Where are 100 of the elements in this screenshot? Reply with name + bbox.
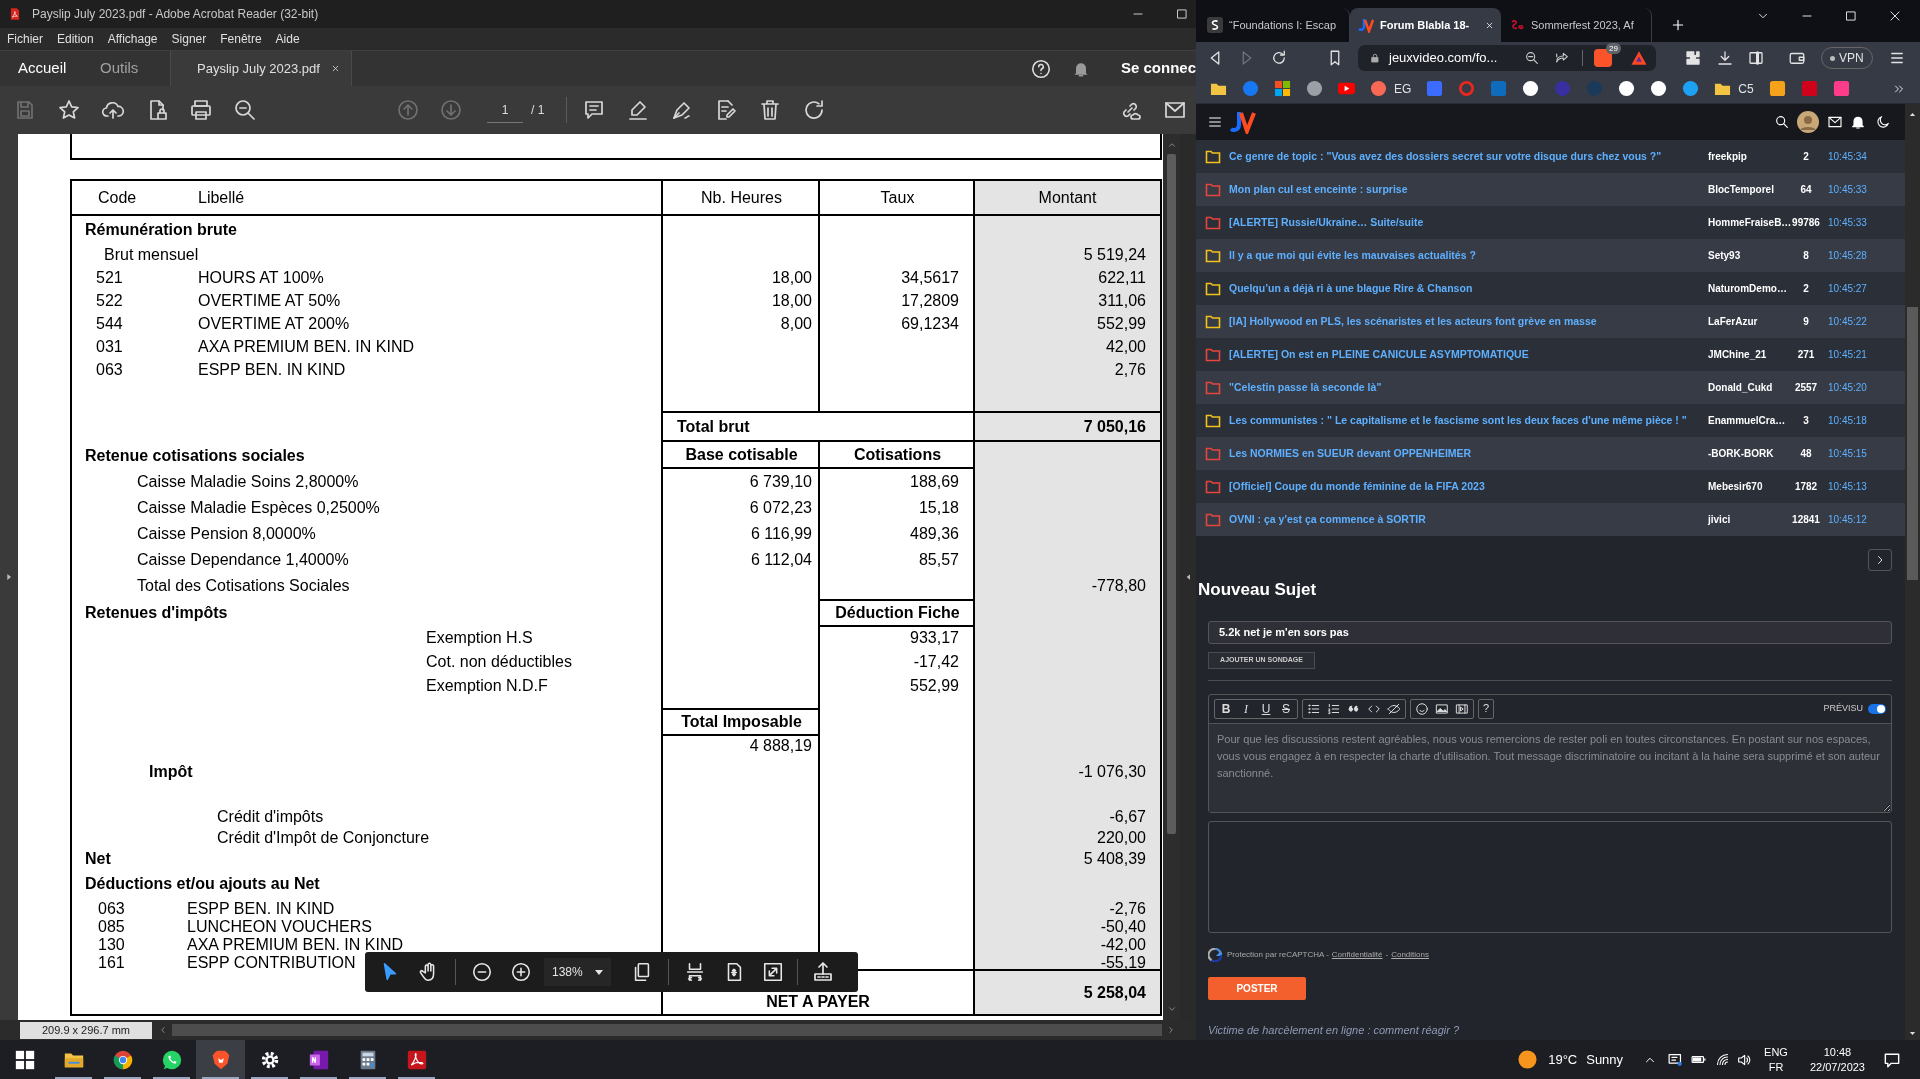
zoom-icon[interactable] (233, 98, 257, 122)
preview-toggle[interactable] (1868, 703, 1886, 714)
topic-row[interactable]: Les NORMIES en SUEUR devant OPPENHEIMER -BORK-BORK 48 10:45:15 (1196, 437, 1905, 470)
bookmark-button[interactable]: EG (1370, 79, 1412, 98)
document-tab[interactable]: Payslip July 2023.pdf (170, 51, 352, 86)
format-button[interactable]: I (1239, 699, 1253, 718)
extensions-icon[interactable] (1684, 49, 1702, 67)
scroll-up-icon[interactable] (1908, 110, 1917, 119)
avatar-icon[interactable] (1797, 111, 1819, 133)
menu-icon[interactable] (1207, 114, 1223, 130)
close-icon[interactable] (1888, 9, 1902, 23)
maximize-icon[interactable] (1175, 7, 1189, 21)
zoom-in-icon[interactable] (510, 961, 532, 983)
nav-tab[interactable]: Accueil (0, 51, 96, 86)
format-button[interactable]: S (1279, 699, 1293, 718)
topic-row[interactable]: Il y a que moi qui évite les mauvaises actualités ? Sety93 8 10:45:28 (1196, 239, 1905, 272)
clock-date[interactable]: 22/07/2023 (1809, 1059, 1865, 1075)
bookmark-icon[interactable] (1768, 80, 1786, 97)
menu-item[interactable]: Fichier (7, 30, 43, 48)
dark-mode-icon[interactable] (1875, 114, 1891, 130)
topic-row[interactable]: Les communistes : " Le capitalisme et le fascisme sont les deux faces d'une même pièce ! " EnammuelCra… 3 10:45:18 (1196, 404, 1905, 437)
bookmark-icon[interactable] (1650, 80, 1668, 97)
meet-icon[interactable] (1667, 1051, 1685, 1068)
topic-title[interactable]: [Officiel] Coupe du monde féminine de la FIFA 2023 (1229, 478, 1708, 495)
topic-row[interactable]: OVNI : ça y'est ça commence à SORTIR jivici 12841 10:45:12 (1196, 503, 1905, 536)
menu-item[interactable]: Aide (275, 30, 300, 48)
subject-field[interactable]: 5.2k net je m'en sors pas (1208, 620, 1892, 644)
zoom-dropdown[interactable]: 138% (544, 958, 611, 986)
bookmark-button[interactable]: C5 (1714, 79, 1754, 98)
scrollbar-thumb[interactable] (172, 1024, 1162, 1036)
topic-row[interactable]: [ALERTE] Russie/Ukraine… Suite/suite HommeFraiseB…99786 10:45:33 (1196, 206, 1905, 239)
maximize-icon[interactable] (1844, 9, 1858, 23)
message-field[interactable]: Pour que les discussions restent agréables, nous vous remercions de rester poli en toutes circonstances. En postant sur nos espaces, vous vous engagez à en respecter la charte d'utilisation. Tout message discriminatoire ou incitant à la haine sera supprimé et son auteur sanctionné. (1209, 722, 1891, 812)
star-icon[interactable] (57, 98, 81, 122)
search-icon[interactable] (1774, 114, 1790, 130)
scrollbar-thumb[interactable] (1907, 307, 1918, 580)
fullscreen-icon[interactable] (761, 961, 784, 983)
language-indicator[interactable]: ENG (1764, 1044, 1788, 1060)
zoom-out-icon[interactable] (471, 961, 493, 983)
language-indicator[interactable]: FR (1768, 1059, 1784, 1075)
menu-item[interactable]: Edition (57, 30, 94, 48)
topic-title[interactable]: Les communistes : " Le capitalisme et le fascisme sont les deux faces d'une même pièce ! " (1229, 412, 1708, 429)
wifi-icon[interactable] (1715, 1052, 1731, 1067)
topic-title[interactable]: "Celestin passe là seconde là" (1229, 379, 1708, 396)
shield-button[interactable] (1594, 49, 1612, 67)
topic-title[interactable]: OVNI : ça y'est ça commence à SORTIR (1229, 511, 1708, 528)
bullet-list-icon[interactable] (1307, 701, 1321, 716)
bookmark-icon[interactable] (1338, 80, 1355, 97)
sidebar-icon[interactable] (1747, 49, 1765, 67)
logo-icon[interactable] (1230, 110, 1256, 134)
topic-title[interactable]: Mon plan cul est enceinte : surprise (1229, 181, 1708, 198)
reload-icon[interactable] (1270, 49, 1288, 67)
emoji-icon[interactable] (1415, 701, 1429, 716)
scroll-left-icon[interactable] (158, 1025, 168, 1035)
topic-title[interactable]: Ce genre de topic : "Vous avez des dossiers secret sur votre disque durs chez vous ?" (1229, 148, 1708, 165)
image-icon[interactable] (1435, 701, 1449, 716)
bell-icon[interactable] (1850, 114, 1866, 130)
topic-row[interactable]: Ce genre de topic : "Vous avez des dossiers secret sur votre disque durs chez vous ?" freekpip 2 10:45:34 (1196, 140, 1905, 173)
scrollbar-thumb[interactable] (1167, 154, 1176, 834)
sign-in-link[interactable]: Se connec (1120, 57, 1196, 80)
topic-title[interactable]: Quelqu’un a déjà ri à une blague Rire & Chanson (1229, 280, 1708, 297)
format-button[interactable]: U (1259, 699, 1273, 718)
download-icon[interactable] (1716, 49, 1734, 67)
sun-icon[interactable] (1518, 1050, 1538, 1069)
mail-icon[interactable] (1827, 114, 1843, 130)
format-button[interactable]: B (1219, 699, 1233, 718)
page-number-field[interactable]: 1 (501, 100, 509, 119)
clock-time[interactable]: 10:48 (1823, 1044, 1852, 1060)
menu-item[interactable]: Affichage (107, 30, 158, 48)
topic-row[interactable]: [ALERTE] On est en PLEINE CANICULE ASYMPTOMATIQUE JMChine_21 271 10:45:21 (1196, 338, 1905, 371)
numbered-list-icon[interactable] (1327, 701, 1341, 716)
hide-icon[interactable] (1387, 701, 1401, 716)
terms-link[interactable]: Conditions (1391, 948, 1429, 961)
bookmark-icon[interactable] (1618, 80, 1636, 97)
topic-row[interactable]: Quelqu’un a déjà ri à une blague Rire & Chanson NaturomDemo… 2 10:45:27 (1196, 272, 1905, 305)
bookmark-icon[interactable] (1274, 80, 1291, 97)
share-icon[interactable] (1554, 50, 1570, 66)
topic-title[interactable]: Il y a que moi qui évite les mauvaises actualités ? (1229, 247, 1708, 264)
menu-item[interactable]: Fenêtre (220, 30, 262, 48)
rewards-icon[interactable] (1630, 49, 1648, 67)
help-icon[interactable] (1029, 57, 1052, 80)
topic-row[interactable]: "Celestin passe là seconde là" Donald_Cukd 2557 10:45:20 (1196, 371, 1905, 404)
privacy-link[interactable]: Confidentialité (1331, 948, 1383, 961)
harassment-link[interactable]: Victime de harcèlement en ligne : comment réagir ? (1208, 1021, 1892, 1038)
new-tab-icon[interactable] (1670, 17, 1686, 33)
topic-title[interactable]: Les NORMIES en SUEUR devant OPPENHEIMER (1229, 445, 1708, 462)
topic-title[interactable]: [ALERTE] Russie/Ukraine… Suite/suite (1229, 214, 1708, 231)
browser-tab[interactable]: Forum Blabla 18- (1350, 8, 1501, 42)
zoom-out-icon[interactable] (1524, 50, 1540, 66)
video-icon[interactable] (1455, 701, 1469, 716)
scroll-down-icon[interactable] (1908, 1029, 1917, 1038)
topic-title[interactable]: [ALERTE] On est en PLEINE CANICULE ASYMPTOMATIQUE (1229, 346, 1708, 363)
topic-row[interactable]: [IA] Hollywood en PLS, les scénaristes et les acteurs font grève en masse LaFerAzur 9 10:45:22 (1196, 305, 1905, 338)
menu-item[interactable]: Signer (171, 30, 207, 48)
topic-row[interactable]: [Officiel] Coupe du monde féminine de la FIFA 2023 Mebesir670 1782 10:45:13 (1196, 470, 1905, 503)
bookmark-icon[interactable] (1522, 80, 1540, 97)
scroll-right-icon[interactable] (1166, 1025, 1176, 1035)
nav-tab[interactable]: Outils (96, 51, 170, 86)
address-bar[interactable]: jeuxvideo.com/fo... 29 (1358, 45, 1656, 71)
topic-row[interactable]: Mon plan cul est enceinte : surprise BlocTemporel 64 10:45:33 (1196, 173, 1905, 206)
